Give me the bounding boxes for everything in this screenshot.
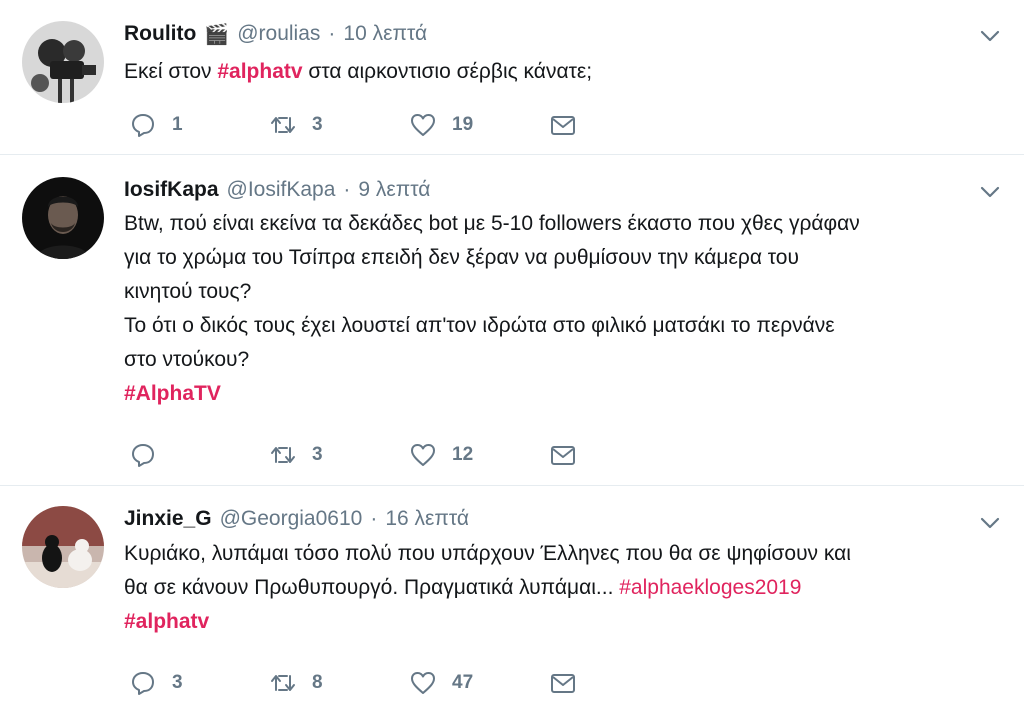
reply-icon	[132, 114, 154, 137]
timestamp[interactable]: 16 λεπτά	[385, 507, 469, 531]
retweet-button[interactable]: 3	[270, 111, 410, 139]
display-name[interactable]: Roulito	[124, 22, 196, 46]
tweet[interactable]: Roulito 🎬 @roulias · 10 λεπτά Εκεί στον …	[0, 0, 1024, 155]
hashtag-link[interactable]: #AlphaTV	[124, 377, 1004, 411]
timestamp[interactable]: 9 λεπτά	[358, 178, 430, 202]
retweet-count: 3	[312, 444, 323, 465]
reply-icon	[132, 444, 154, 467]
heart-icon	[411, 114, 435, 136]
tweet-menu-button[interactable]	[978, 180, 1002, 204]
reply-count: 1	[172, 114, 183, 135]
reply-button[interactable]: 1	[130, 111, 270, 139]
retweet-button[interactable]: 3	[270, 441, 410, 469]
tweet-actions: 3 8 47	[130, 669, 576, 697]
avatar[interactable]	[22, 21, 104, 103]
separator-dot: ·	[370, 507, 378, 530]
direct-message-button[interactable]	[550, 669, 576, 697]
tweet-feed: Roulito 🎬 @roulias · 10 λεπτά Εκεί στον …	[0, 0, 1024, 713]
tweet-text: Κυριάκο, λυπάμαι τόσο πολύ που υπάρχουν …	[124, 537, 1004, 639]
user-handle[interactable]: @IosifKapa	[227, 178, 336, 202]
tweet-menu-button[interactable]	[978, 511, 1002, 535]
avatar-cats-icon	[22, 506, 104, 588]
tweet-header: Roulito 🎬 @roulias · 10 λεπτά	[124, 18, 427, 50]
tweet-text-line: Btw, πού είναι εκείνα τα δεκάδες bot με …	[124, 212, 860, 235]
timestamp[interactable]: 10 λεπτά	[343, 22, 427, 46]
avatar[interactable]	[22, 506, 104, 588]
tweet-text-segment: στα αιρκοντισιο σέρβις κάνατε;	[302, 60, 593, 83]
retweet-count: 8	[312, 672, 323, 693]
tweet-text-line: για το χρώμα του Τσίπρα επειδή δεν ξέραν…	[124, 246, 799, 269]
tweet-header: Jinxie_G @Georgia0610 · 16 λεπτά	[124, 503, 469, 535]
like-count: 47	[452, 672, 474, 693]
separator-dot: ·	[328, 22, 336, 45]
display-name[interactable]: IosifKapa	[124, 178, 219, 202]
reply-button[interactable]: 3	[130, 669, 270, 697]
separator-dot: ·	[343, 178, 351, 201]
like-count: 19	[452, 114, 474, 135]
tweet-text-line: Το ότι ο δικός τους έχει λουστεί απ'τον …	[124, 314, 835, 337]
avatar-man-portrait-icon	[22, 177, 104, 259]
film-camera-emoji: 🎬	[204, 23, 230, 46]
hashtag-link[interactable]: #alphatv	[124, 605, 1004, 639]
like-button[interactable]: 19	[410, 111, 550, 139]
direct-message-button[interactable]	[550, 441, 576, 469]
envelope-icon	[551, 116, 575, 135]
user-handle[interactable]: @Georgia0610	[220, 507, 363, 531]
display-name[interactable]: Jinxie_G	[124, 507, 212, 531]
user-handle[interactable]: @roulias	[237, 22, 320, 46]
reply-button[interactable]	[130, 441, 270, 469]
reply-count: 3	[172, 672, 183, 693]
tweet-text: Εκεί στον #alphatv στα αιρκοντισιο σέρβι…	[124, 55, 1004, 89]
retweet-button[interactable]: 8	[270, 669, 410, 697]
tweet-text-line: Κυριάκο, λυπάμαι τόσο πολύ που υπάρχουν …	[124, 542, 851, 565]
like-button[interactable]: 47	[410, 669, 550, 697]
hashtag-link[interactable]: #alphaekloges2019	[619, 576, 801, 599]
tweet-menu-button[interactable]	[978, 24, 1002, 48]
direct-message-button[interactable]	[550, 111, 576, 139]
tweet-text-line: στο ντούκου?	[124, 348, 250, 371]
retweet-count: 3	[312, 114, 323, 135]
retweet-icon	[271, 117, 295, 133]
tweet[interactable]: IosifKapa @IosifKapa · 9 λεπτά Btw, πού …	[0, 155, 1024, 486]
avatar-film-camera-icon	[22, 21, 104, 103]
tweet-text-segment: Εκεί στον	[124, 60, 218, 83]
avatar[interactable]	[22, 177, 104, 259]
chevron-down-icon	[980, 30, 1000, 42]
envelope-icon	[551, 674, 575, 693]
chevron-down-icon	[980, 186, 1000, 198]
chevron-down-icon	[980, 517, 1000, 529]
tweet-actions: 1 3 19	[130, 111, 576, 139]
tweet-text-line: κινητού τους?	[124, 280, 252, 303]
hashtag-link[interactable]: #alphatv	[217, 60, 302, 83]
like-button[interactable]: 12	[410, 441, 550, 469]
retweet-icon	[271, 675, 295, 691]
tweet[interactable]: Jinxie_G @Georgia0610 · 16 λεπτά Κυριάκο…	[0, 486, 1024, 713]
tweet-text-segment: θα σε κάνουν Πρωθυπουργό. Πραγματικά λυπ…	[124, 576, 620, 599]
heart-icon	[411, 672, 435, 694]
envelope-icon	[551, 446, 575, 465]
heart-icon	[411, 444, 435, 466]
like-count: 12	[452, 444, 474, 465]
tweet-text: Btw, πού είναι εκείνα τα δεκάδες bot με …	[124, 207, 1004, 411]
retweet-icon	[271, 447, 295, 463]
tweet-actions: 3 12	[130, 441, 576, 469]
tweet-header: IosifKapa @IosifKapa · 9 λεπτά	[124, 174, 430, 206]
reply-icon	[132, 672, 154, 695]
